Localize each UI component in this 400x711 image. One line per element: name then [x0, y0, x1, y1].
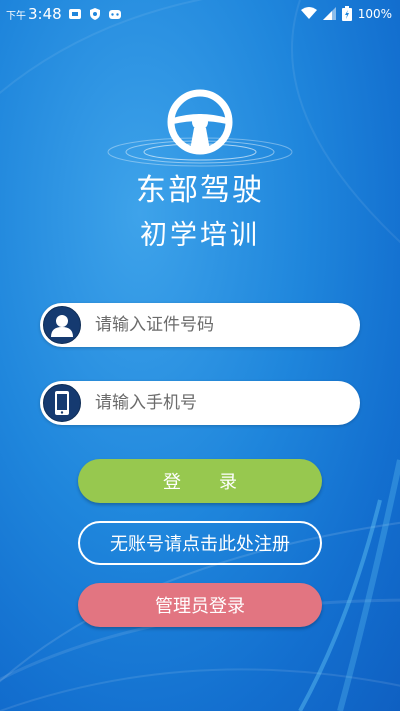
register-button[interactable]: 无账号请点击此处注册 — [78, 521, 322, 565]
phone-field[interactable] — [40, 381, 360, 425]
shield-notification-icon — [89, 8, 100, 20]
status-right: 100% — [300, 6, 392, 21]
app-title: 东部驾驶 — [136, 173, 264, 208]
clock: 3:48 — [28, 5, 62, 23]
id-number-field[interactable] — [40, 303, 360, 347]
status-left: 下午 3:48 — [6, 5, 122, 23]
phone-icon — [43, 384, 81, 422]
login-button[interactable]: 登录 — [78, 459, 322, 503]
app-notification-icon — [68, 9, 81, 19]
battery-percent: 100% — [357, 6, 392, 21]
time-prefix: 下午 — [6, 10, 26, 22]
user-icon — [43, 306, 81, 344]
id-number-input[interactable] — [93, 314, 347, 336]
admin-login-button[interactable]: 管理员登录 — [78, 583, 322, 627]
battery-icon — [341, 6, 352, 21]
signal-icon — [322, 7, 336, 20]
wifi-icon — [300, 7, 317, 19]
app-subtitle: 初学培训 — [140, 220, 260, 251]
status-bar: 下午 3:48 100% — [0, 0, 400, 28]
phone-input[interactable] — [93, 392, 347, 414]
game-notification-icon — [108, 10, 121, 19]
